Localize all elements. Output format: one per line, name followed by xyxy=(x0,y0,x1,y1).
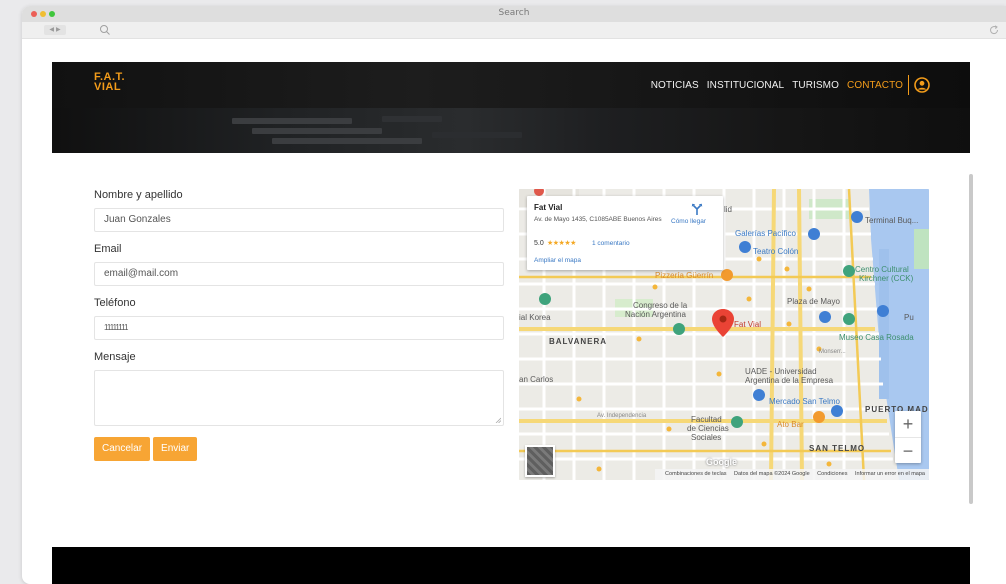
map-label-korea: ial Korea xyxy=(519,313,551,322)
enlarge-map-link[interactable]: Ampliar el mapa xyxy=(534,257,581,264)
cancel-button[interactable]: Cancelar xyxy=(94,437,151,461)
browser-window: Search ◀ ▶ F.A.T. VIAL NOTICIAS INSTITUC… xyxy=(22,6,1006,584)
window-title: Search xyxy=(498,8,530,18)
report-error-link[interactable]: Informar un error en el mapa xyxy=(855,471,925,477)
site-footer xyxy=(52,547,970,584)
map-label-kirchner: Kirchner (CCK) xyxy=(859,274,914,283)
place-name: Fat Vial xyxy=(534,203,563,212)
map-attribution: Combinaciones de teclas Datos del mapa ©… xyxy=(655,469,929,480)
main-nav: NOTICIAS INSTITUCIONAL TURISMO CONTACTO xyxy=(643,75,930,95)
map-label-san-telmo: SAN TELMO xyxy=(809,444,866,453)
map-label-congreso-1: Congreso de la xyxy=(633,301,688,310)
directions-link[interactable]: Cómo llegar xyxy=(671,218,706,225)
search-icon[interactable] xyxy=(99,24,111,36)
map-label-uade-2: Argentina de la Empresa xyxy=(745,376,834,385)
map-label-casa-rosada: Museo Casa Rosada xyxy=(839,333,914,342)
map-label-lid: lid xyxy=(724,205,733,214)
terms-link[interactable]: Condiciones xyxy=(817,471,847,477)
phone-input[interactable]: 11111111 xyxy=(94,316,504,340)
form-buttons: Cancelar Enviar xyxy=(94,437,504,461)
satellite-layer-button[interactable] xyxy=(525,445,555,477)
message-textarea[interactable] xyxy=(94,370,504,426)
nav-item-noticias[interactable]: NOTICIAS xyxy=(651,80,699,91)
rating-stars-icon: ★★★★★ xyxy=(547,239,576,247)
map-label-pu: Pu xyxy=(904,313,914,322)
google-logo: Google xyxy=(706,457,737,467)
title-bar: Search xyxy=(22,6,1006,22)
browser-toolbar: ◀ ▶ xyxy=(22,22,1006,39)
email-label: Email xyxy=(94,243,122,255)
scrollbar-thumb[interactable] xyxy=(969,174,973,504)
reviews-link[interactable]: 1 comentario xyxy=(592,240,630,247)
map-label-facultad-3: Sociales xyxy=(691,433,722,442)
keyboard-shortcuts-link[interactable]: Combinaciones de teclas xyxy=(665,471,726,477)
map-data-credit: Datos del mapa ©2024 Google xyxy=(734,471,810,477)
contact-form: Nombre y apellido Juan Gonzales Email em… xyxy=(94,188,504,461)
zoom-in-button[interactable]: + xyxy=(895,411,921,437)
map-label-uade-1: UADE - Universidad xyxy=(745,367,817,376)
email-input[interactable]: email@mail.com xyxy=(94,262,504,286)
map-label-congreso-2: Nación Argentina xyxy=(625,310,686,319)
name-label: Nombre y apellido xyxy=(94,189,183,201)
map-label-guerrin: Pizzería Güerrín xyxy=(655,271,714,280)
logo-line-2: VIAL xyxy=(94,81,122,93)
name-input[interactable]: Juan Gonzales xyxy=(94,208,504,232)
nav-item-contacto[interactable]: CONTACTO xyxy=(847,80,903,91)
nav-divider xyxy=(908,75,909,95)
hero-keyboard-image xyxy=(52,108,970,153)
place-address: Av. de Mayo 1435, C1085ABE Buenos Aires xyxy=(534,216,662,223)
google-map[interactable]: Galerías Pacífico Teatro Colón Terminal … xyxy=(519,189,929,480)
map-label-teatro: Teatro Colón xyxy=(753,247,799,256)
message-label: Mensaje xyxy=(94,351,136,363)
map-label-centro: Centro Cultural xyxy=(855,265,909,274)
place-info-card: Fat Vial Av. de Mayo 1435, C1085ABE Buen… xyxy=(527,196,723,270)
nav-item-turismo[interactable]: TURISMO xyxy=(792,80,839,91)
directions-icon[interactable] xyxy=(690,202,704,216)
map-label-pin: Fat Vial xyxy=(734,320,761,329)
send-button[interactable]: Enviar xyxy=(153,437,198,461)
map-label-san-carlos: an Carlos xyxy=(519,375,554,384)
site-logo[interactable]: F.A.T. VIAL xyxy=(94,72,125,93)
zoom-out-button[interactable]: − xyxy=(895,437,921,464)
back-forward-buttons[interactable]: ◀ ▶ xyxy=(44,25,66,35)
place-rating: 5.0 xyxy=(534,240,544,247)
map-label-facultad-1: Facultad xyxy=(691,415,722,424)
map-label-mercado: Mercado San Telmo xyxy=(769,397,840,406)
user-account-icon[interactable] xyxy=(914,77,930,93)
web-page: F.A.T. VIAL NOTICIAS INSTITUCIONAL TURIS… xyxy=(52,62,970,584)
map-label-plaza: Plaza de Mayo xyxy=(787,297,840,306)
map-label-terminal: Terminal Buq... xyxy=(865,216,919,225)
zoom-controls: + − xyxy=(895,411,921,463)
page-scrollbar[interactable] xyxy=(968,114,974,514)
hero-header: F.A.T. VIAL NOTICIAS INSTITUCIONAL TURIS… xyxy=(52,62,970,153)
phone-label: Teléfono xyxy=(94,297,136,309)
nav-item-institucional[interactable]: INSTITUCIONAL xyxy=(707,80,784,91)
map-label-facultad-2: de Ciencias xyxy=(687,424,729,433)
map-label-monserrat: Monserr... xyxy=(819,349,846,355)
resize-handle-icon[interactable] xyxy=(495,417,501,423)
map-label-ato-bar: Ato Bar xyxy=(777,420,804,429)
map-label-galerias: Galerías Pacífico xyxy=(735,229,796,238)
reload-icon[interactable] xyxy=(988,24,1000,36)
map-label-balvanera: BALVANERA xyxy=(549,337,608,346)
map-label-independencia: Av. Independencia xyxy=(597,413,647,419)
